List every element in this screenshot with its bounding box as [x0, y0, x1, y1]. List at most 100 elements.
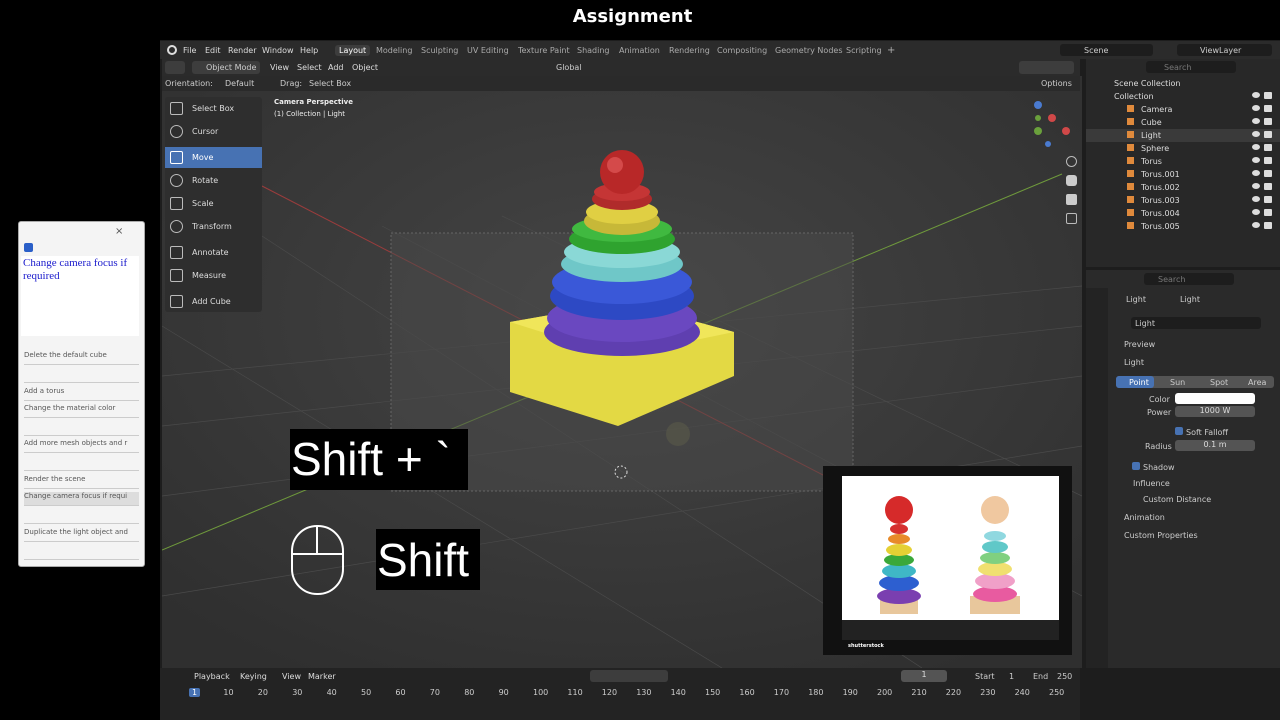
camera-render-icon[interactable] — [1264, 157, 1272, 164]
menu-object[interactable]: Object — [352, 63, 378, 72]
eye-icon[interactable] — [1252, 118, 1260, 124]
outliner-collection[interactable]: Collection — [1086, 90, 1280, 103]
light-type-selector[interactable]: Point Sun Spot Area — [1116, 376, 1274, 388]
todo-item[interactable]: Change the material color — [24, 404, 139, 418]
transform-orientation[interactable]: Global — [556, 63, 582, 72]
todo-checkbox[interactable] — [24, 243, 33, 252]
outliner-item-torus-004[interactable]: Torus.004 — [1086, 207, 1280, 220]
tab-sculpting[interactable]: Sculpting — [417, 45, 462, 56]
tab-layout[interactable]: Layout — [335, 45, 371, 56]
todo-item[interactable]: Change camera focus if requi — [24, 492, 139, 506]
editor-type-icon[interactable] — [165, 61, 185, 74]
frame-ruler[interactable]: 1 10 20 30 40 50 60 70 80 90 100 110 120 130 140 150 160… — [160, 686, 1080, 720]
camera-render-icon[interactable] — [1264, 196, 1272, 203]
outliner-item-camera[interactable]: Camera — [1086, 103, 1280, 116]
todo-item[interactable] — [24, 369, 139, 383]
outliner-item-light[interactable]: Light — [1086, 129, 1280, 142]
menu-file[interactable]: File — [183, 46, 196, 55]
panel-custom-distance[interactable]: Custom Distance — [1143, 495, 1211, 504]
menu-view-timeline[interactable]: View — [282, 672, 301, 681]
menu-render[interactable]: Render — [228, 46, 256, 55]
camera-render-icon[interactable] — [1264, 105, 1272, 112]
shading-buttons[interactable] — [1019, 61, 1074, 74]
camera-view-icon[interactable] — [1066, 194, 1077, 205]
tab-scripting[interactable]: Scripting — [842, 45, 886, 56]
todo-item[interactable]: Render the scene — [24, 475, 139, 489]
todo-item[interactable]: Add more mesh objects and r — [24, 439, 139, 453]
menu-view[interactable]: View — [270, 63, 289, 72]
tool-scale[interactable]: Scale — [165, 193, 262, 214]
menu-help[interactable]: Help — [300, 46, 318, 55]
orientation-value[interactable]: Default — [225, 79, 254, 88]
scene-selector[interactable]: Scene — [1060, 44, 1153, 56]
menu-keying[interactable]: Keying — [240, 672, 267, 681]
tool-select-box[interactable]: Select Box — [165, 98, 262, 119]
panel-animation[interactable]: Animation — [1124, 513, 1165, 522]
shadow-checkbox[interactable] — [1132, 462, 1140, 470]
start-value[interactable]: 1 — [1009, 672, 1014, 681]
menu-marker[interactable]: Marker — [308, 672, 336, 681]
drag-value[interactable]: Select Box — [309, 79, 351, 88]
power-field[interactable]: 1000 W — [1175, 406, 1255, 417]
blender-logo-icon[interactable] — [167, 45, 177, 55]
eye-icon[interactable] — [1252, 157, 1260, 163]
type-sun[interactable]: Sun — [1170, 378, 1185, 387]
menu-edit[interactable]: Edit — [205, 46, 221, 55]
tab-uv-editing[interactable]: UV Editing — [463, 45, 513, 56]
todo-item[interactable]: Delete the default cube — [24, 351, 139, 365]
tool-move[interactable]: Move — [165, 147, 262, 168]
camera-render-icon[interactable] — [1264, 131, 1272, 138]
camera-render-icon[interactable] — [1264, 183, 1272, 190]
end-value[interactable]: 250 — [1057, 672, 1072, 681]
close-icon[interactable]: × — [115, 226, 123, 237]
outliner-item-torus-002[interactable]: Torus.002 — [1086, 181, 1280, 194]
eye-icon[interactable] — [1252, 131, 1260, 137]
todo-item[interactable] — [24, 422, 139, 436]
tab-compositing[interactable]: Compositing — [713, 45, 771, 56]
outliner-item-torus-005[interactable]: Torus.005 — [1086, 220, 1280, 233]
panel-preview[interactable]: Preview — [1124, 340, 1155, 349]
soft-falloff-checkbox[interactable] — [1175, 427, 1183, 435]
tab-shading[interactable]: Shading — [573, 45, 614, 56]
radius-field[interactable]: 0.1 m — [1175, 440, 1255, 451]
tab-texture-paint[interactable]: Texture Paint — [514, 45, 574, 56]
type-area[interactable]: Area — [1248, 378, 1266, 387]
tab-modeling[interactable]: Modeling — [372, 45, 416, 56]
tool-transform[interactable]: Transform — [165, 216, 262, 237]
menu-add[interactable]: Add — [328, 63, 344, 72]
camera-render-icon[interactable] — [1264, 170, 1272, 177]
outliner-scene-collection[interactable]: Scene Collection — [1086, 77, 1280, 90]
type-spot[interactable]: Spot — [1210, 378, 1228, 387]
current-frame[interactable]: 1 — [901, 670, 947, 682]
outliner-search[interactable]: Search — [1146, 61, 1236, 73]
outliner-item-torus-003[interactable]: Torus.003 — [1086, 194, 1280, 207]
color-swatch[interactable] — [1175, 393, 1255, 404]
tool-rotate[interactable]: Rotate — [165, 170, 262, 191]
eye-icon[interactable] — [1252, 170, 1260, 176]
eye-icon[interactable] — [1252, 144, 1260, 150]
mode-dropdown[interactable]: Object Mode — [192, 61, 260, 74]
light-datablock[interactable]: Light — [1131, 317, 1261, 329]
todo-item[interactable]: Duplicate the light object and — [24, 528, 139, 542]
panel-light[interactable]: Light — [1124, 358, 1144, 367]
todo-item[interactable] — [24, 546, 139, 560]
properties-search[interactable]: Search — [1144, 273, 1234, 285]
zoom-icon[interactable] — [1066, 156, 1077, 167]
tab-rendering[interactable]: Rendering — [665, 45, 714, 56]
eye-icon[interactable] — [1252, 209, 1260, 215]
tool-cursor[interactable]: Cursor — [165, 121, 262, 142]
panel-influence[interactable]: Influence — [1133, 479, 1170, 488]
menu-playback[interactable]: Playback — [194, 672, 230, 681]
view-layer-selector[interactable]: ViewLayer — [1177, 44, 1272, 56]
hand-pan-icon[interactable] — [1066, 175, 1077, 186]
todo-item[interactable]: Add a torus — [24, 387, 139, 401]
todo-item[interactable] — [24, 457, 139, 471]
todo-item[interactable] — [24, 510, 139, 524]
eye-icon[interactable] — [1252, 183, 1260, 189]
camera-render-icon[interactable] — [1264, 118, 1272, 125]
camera-render-icon[interactable] — [1264, 92, 1272, 99]
panel-custom-properties[interactable]: Custom Properties — [1124, 531, 1198, 540]
panel-shadow[interactable]: Shadow — [1143, 463, 1175, 472]
eye-icon[interactable] — [1252, 222, 1260, 228]
tab-geometry-nodes[interactable]: Geometry Nodes — [771, 45, 846, 56]
